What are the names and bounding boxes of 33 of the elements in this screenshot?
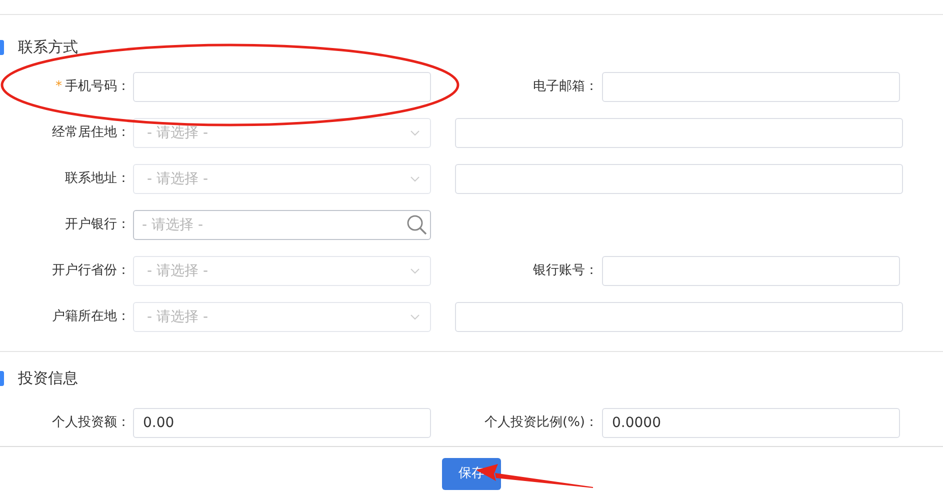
text-field[interactable] xyxy=(455,302,903,332)
select-dropdown[interactable]: - 请选择 - xyxy=(133,302,431,332)
text-field[interactable] xyxy=(602,72,900,102)
section-title: 联系方式 xyxy=(18,36,78,58)
field-label: 开户银行： xyxy=(65,216,130,234)
field-label: 银行账号： xyxy=(532,262,598,280)
search-select[interactable]: - 请选择 - xyxy=(133,210,431,240)
field-label: 经常居住地： xyxy=(52,124,130,142)
field-label: 联系地址： xyxy=(65,170,130,188)
text-field[interactable] xyxy=(455,164,903,194)
select-dropdown[interactable]: - 请选择 - xyxy=(133,118,431,148)
section-marker xyxy=(0,40,4,54)
text-field[interactable] xyxy=(133,72,431,102)
field-label: 电子邮箱： xyxy=(532,78,598,96)
required-mark: * xyxy=(56,78,62,96)
select-dropdown[interactable]: - 请选择 - xyxy=(133,256,431,286)
search-icon xyxy=(406,214,428,236)
chevron-down-icon xyxy=(410,314,420,320)
field-label: 个人投资额： xyxy=(52,414,130,432)
select-dropdown[interactable]: - 请选择 - xyxy=(133,164,431,194)
field-label: 户籍所在地： xyxy=(52,308,130,326)
chevron-down-icon xyxy=(410,130,420,136)
text-field[interactable] xyxy=(602,256,900,286)
field-label: 手机号码： xyxy=(65,78,130,96)
chevron-down-icon xyxy=(410,268,420,274)
field-label: 开户行省份： xyxy=(52,262,130,280)
section-marker xyxy=(0,370,4,386)
text-field[interactable]: 0.00 xyxy=(133,408,431,438)
section-title: 投资信息 xyxy=(18,368,78,389)
text-field[interactable] xyxy=(455,118,903,148)
field-label: 个人投资比例(%)： xyxy=(484,414,598,432)
chevron-down-icon xyxy=(410,176,420,182)
text-field[interactable]: 0.0000 xyxy=(602,408,900,438)
